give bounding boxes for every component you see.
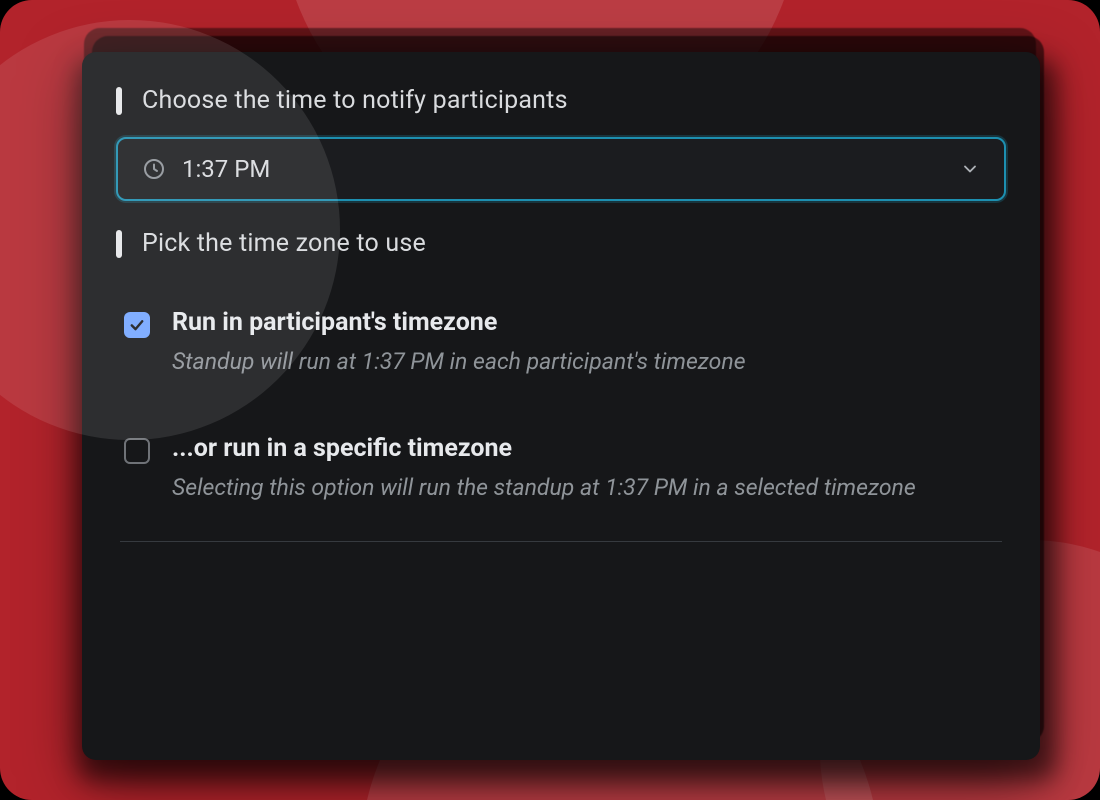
checkbox-participant[interactable] — [124, 312, 150, 338]
option-description: Standup will run at 1:37 PM in each part… — [172, 345, 1002, 380]
heading-marker — [116, 87, 122, 115]
checkbox-specific[interactable] — [124, 438, 150, 464]
option-participant-timezone[interactable]: Run in participant's timezone Standup wi… — [120, 290, 1006, 404]
divider — [120, 541, 1002, 542]
option-title: ...or run in a specific timezone — [172, 434, 1002, 463]
heading-choose-time: Choose the time to notify participants — [116, 86, 1006, 115]
option-description: Selecting this option will run the stand… — [172, 471, 1002, 506]
option-specific-timezone[interactable]: ...or run in a specific timezone Selecti… — [120, 404, 1006, 530]
timezone-options: Run in participant's timezone Standup wi… — [116, 280, 1006, 529]
settings-card: Choose the time to notify participants 1… — [82, 52, 1040, 760]
heading-label: Pick the time zone to use — [142, 229, 426, 258]
chevron-down-icon — [960, 159, 980, 179]
heading-marker — [116, 230, 122, 258]
option-title: Run in participant's timezone — [172, 308, 1002, 337]
heading-label: Choose the time to notify participants — [142, 86, 568, 115]
time-select[interactable]: 1:37 PM — [116, 137, 1006, 201]
clock-icon — [142, 157, 166, 181]
heading-pick-timezone: Pick the time zone to use — [116, 229, 1006, 258]
backdrop: Choose the time to notify participants 1… — [0, 0, 1100, 800]
time-value: 1:37 PM — [182, 155, 270, 183]
